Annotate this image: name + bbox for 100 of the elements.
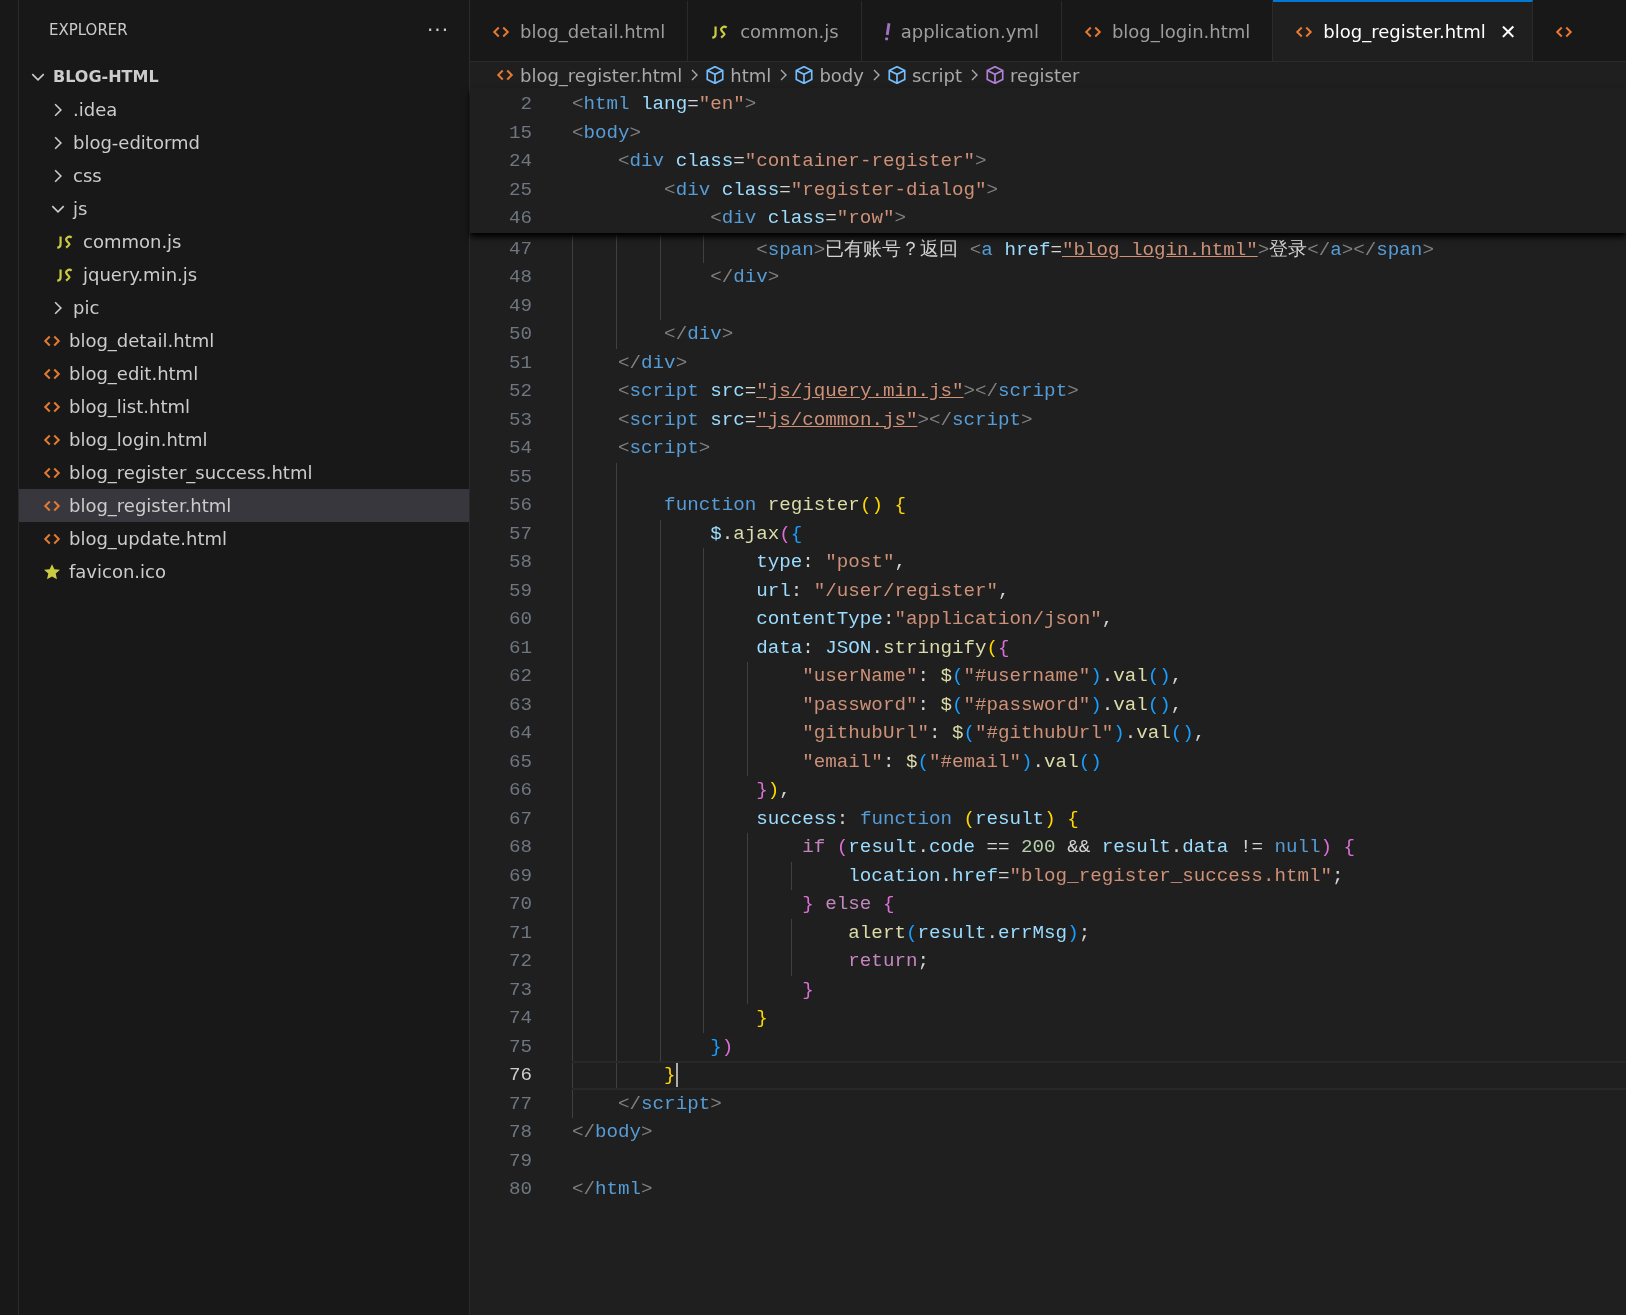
code-line: contentType:"application/json", [755, 608, 1114, 631]
cube-icon [706, 66, 725, 84]
line-number: 57 [507, 522, 533, 545]
line-number: 79 [507, 1149, 533, 1172]
line-number: 51 [507, 351, 533, 374]
exclamation-icon [883, 22, 891, 41]
line-number: 63 [507, 693, 533, 716]
line-number: 70 [507, 893, 533, 916]
tree-item[interactable]: blog_edit.html [19, 357, 469, 390]
code-line: </div> [663, 323, 734, 346]
line-number: 66 [507, 779, 533, 802]
code-line: <div class="container-register"> [617, 150, 987, 173]
tree-item[interactable]: BLOG-HTML [19, 60, 469, 93]
tree-item[interactable]: .idea [19, 93, 469, 126]
code-line: "userName": $("#username").val(), [801, 665, 1183, 688]
line-number: 47 [507, 237, 533, 260]
tree-item[interactable]: blog_register.html [19, 489, 469, 522]
explorer-title: EXPLORER [49, 21, 128, 39]
line-number: 58 [507, 551, 533, 574]
line-number: 46 [507, 207, 533, 230]
editor-tab[interactable]: application.yml [861, 0, 1062, 61]
code-line: </script> [617, 1092, 722, 1115]
tree-item[interactable]: css [19, 159, 469, 192]
line-number: 59 [507, 579, 533, 602]
code-line: </html> [572, 1178, 653, 1201]
code-line: function register() { [663, 494, 906, 517]
js-file-icon [55, 234, 75, 249]
tree-item[interactable]: blog-editormd [19, 126, 469, 159]
code-line: type: "post", [755, 551, 906, 574]
line-number: 78 [507, 1121, 533, 1144]
line-number: 65 [507, 750, 533, 773]
line-number: 2 [519, 93, 533, 116]
code-line: <body> [572, 121, 642, 144]
editor-tab[interactable]: common.js [688, 0, 862, 61]
code-line: <script src="js/jquery.min.js"></script> [617, 380, 1079, 403]
code-line: } [755, 1007, 768, 1030]
tree-item[interactable]: favicon.ico [19, 555, 469, 588]
code-line: }) [709, 1035, 734, 1058]
cube-icon [986, 66, 1005, 84]
tree-item[interactable]: jquery.min.js [19, 258, 469, 291]
line-number: 61 [507, 636, 533, 659]
code-line: data: JSON.stringify({ [755, 636, 1010, 659]
line-number: 25 [507, 178, 533, 201]
code-line: } else { [801, 893, 895, 916]
tree-item[interactable]: blog_detail.html [19, 324, 469, 357]
code-line: <div class="row"> [709, 207, 906, 230]
text-cursor [675, 1063, 678, 1088]
line-number: 24 [507, 150, 533, 173]
line-number: 77 [507, 1092, 533, 1115]
line-number: 72 [507, 950, 533, 973]
tree-item[interactable]: pic [19, 291, 469, 324]
line-number: 60 [507, 608, 533, 631]
code-line: <html lang="en"> [572, 93, 757, 116]
line-number: 50 [507, 323, 533, 346]
code-line: "email": $("#email").val() [801, 750, 1102, 773]
tree-item[interactable]: blog_update.html [19, 522, 469, 555]
cube-icon [795, 66, 814, 84]
editor-tab[interactable]: blog_register.html ✕ [1273, 0, 1534, 61]
code-line: <script src="js/common.js"></script> [617, 408, 1033, 431]
breadcrumb-item[interactable]: register [986, 64, 1080, 86]
more-actions-button[interactable]: ··· [422, 18, 453, 42]
line-number: 56 [507, 494, 533, 517]
breadcrumb-item[interactable]: body [795, 64, 864, 86]
line-number: 54 [507, 437, 533, 460]
line-number: 69 [507, 864, 533, 887]
line-number: 73 [507, 978, 533, 1001]
line-number: 48 [507, 266, 533, 289]
line-number: 68 [507, 836, 533, 859]
editor-tab[interactable]: blog_detail.html [470, 0, 689, 61]
code-line: <span>已有账号？返回 <a href="blog_login.html">登录</a></span> [755, 237, 1434, 262]
line-number: 55 [507, 465, 533, 488]
tree-item[interactable]: js [19, 192, 469, 225]
line-number: 75 [507, 1035, 533, 1058]
code-line: alert(result.errMsg); [847, 921, 1091, 944]
breadcrumb-item[interactable]: html [706, 64, 772, 86]
code-line: </div> [617, 351, 688, 374]
line-number: 49 [507, 294, 533, 317]
code-line: url: "/user/register", [755, 579, 1010, 602]
code-line: "githubUrl": $("#githubUrl").val(), [801, 722, 1206, 745]
cube-icon [887, 66, 906, 84]
line-number: 76 [507, 1064, 533, 1087]
line-number: 74 [507, 1007, 533, 1030]
breadcrumb-item[interactable]: blog_register.html [496, 64, 683, 86]
code-line: location.href="blog_register_success.html"; [847, 864, 1344, 887]
line-number: 52 [507, 380, 533, 403]
tree-item[interactable]: blog_list.html [19, 390, 469, 423]
line-number: 15 [507, 121, 533, 144]
tree-item[interactable]: blog_register_success.html [19, 456, 469, 489]
code-line: <script> [617, 437, 711, 460]
code-line: return; [847, 950, 929, 973]
line-number: 71 [507, 921, 533, 944]
close-tab-button[interactable]: ✕ [1495, 19, 1521, 44]
line-number: 80 [507, 1178, 533, 1201]
js-file-icon [55, 267, 75, 282]
code-line: "password": $("#password").val(), [801, 693, 1183, 716]
tree-item[interactable]: blog_login.html [19, 423, 469, 456]
code-line: success: function (result) { [755, 807, 1079, 830]
breadcrumb-item[interactable]: script [887, 64, 963, 86]
tree-item[interactable]: common.js [19, 225, 469, 258]
code-line: }), [755, 779, 791, 802]
